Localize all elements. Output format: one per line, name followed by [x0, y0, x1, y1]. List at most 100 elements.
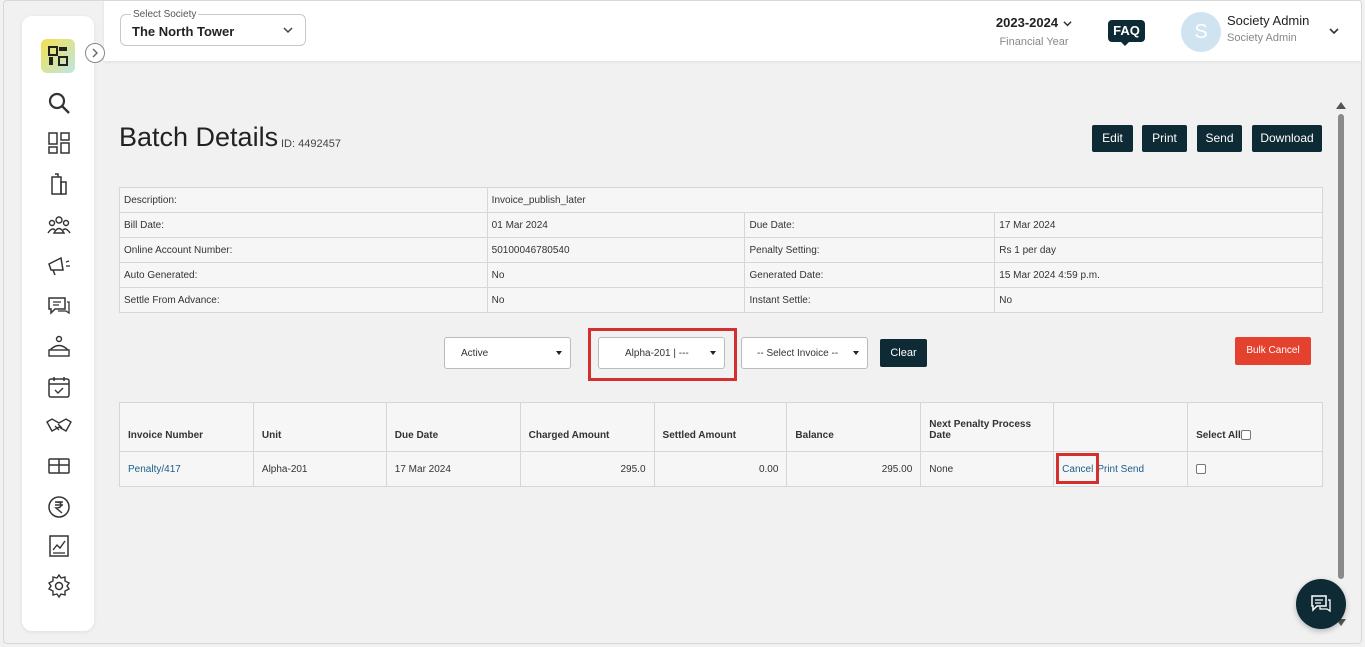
- chevron-down-icon: [283, 27, 293, 34]
- details-row: Auto Generated: No Generated Date: 15 Ma…: [119, 262, 1323, 288]
- page-title: Batch Details: [119, 122, 279, 152]
- chat-icon[interactable]: [46, 293, 72, 319]
- user-role: Society Admin: [1227, 32, 1297, 44]
- row-checkbox[interactable]: [1196, 463, 1207, 474]
- detail-label: Online Account Number:: [119, 237, 488, 263]
- detail-label: Settle From Advance:: [119, 287, 488, 313]
- invoice-select-value: -- Select Invoice --: [757, 348, 839, 359]
- print-button[interactable]: Print: [1142, 125, 1187, 152]
- detail-label: Description:: [119, 187, 488, 213]
- details-row: Settle From Advance: No Instant Settle: …: [119, 287, 1323, 313]
- next-penalty-date-cell: None: [920, 451, 1055, 487]
- detail-label: Generated Date:: [744, 262, 996, 288]
- detail-label: Auto Generated:: [119, 262, 488, 288]
- chevron-down-icon[interactable]: [1328, 26, 1340, 36]
- reports-icon[interactable]: [46, 533, 72, 559]
- select-all-label: Select All: [1196, 430, 1241, 441]
- detail-value: Invoice_publish_later: [486, 187, 1324, 213]
- invoice-select[interactable]: -- Select Invoice --: [741, 337, 868, 369]
- sidebar-toggle-button[interactable]: [85, 43, 105, 63]
- column-header: Balance: [786, 402, 922, 452]
- detail-label: Due Date:: [744, 212, 996, 238]
- financial-year-value: 2023-2024: [995, 15, 1059, 30]
- dashboard-icon[interactable]: [46, 130, 72, 156]
- cancel-highlight-box: [1056, 453, 1100, 484]
- column-header: Next Penalty Process Date: [920, 402, 1055, 452]
- download-button[interactable]: Download: [1252, 125, 1322, 152]
- unit-cell: Alpha-201: [252, 451, 387, 487]
- financial-year-selector[interactable]: 2023-2024 Financial Year: [984, 15, 1084, 48]
- actions-cell: Cancel Print Send: [1053, 451, 1189, 487]
- detail-value: 17 Mar 2024: [994, 212, 1323, 238]
- detail-value: Rs 1 per day: [994, 237, 1323, 263]
- invoice-number-cell[interactable]: Penalty/417: [119, 451, 254, 487]
- chevron-down-icon: [1063, 21, 1072, 27]
- detail-value: 15 Mar 2024 4:59 p.m.: [994, 262, 1323, 288]
- unit-select[interactable]: Alpha-201 | ---: [598, 337, 725, 369]
- send-button[interactable]: Send: [1197, 125, 1242, 152]
- calendar-icon[interactable]: [46, 374, 72, 400]
- detail-label: Bill Date:: [119, 212, 488, 238]
- column-header: Settled Amount: [653, 402, 788, 452]
- column-header: Due Date: [385, 402, 521, 452]
- app-logo[interactable]: [41, 39, 75, 73]
- status-select-value: Active: [461, 348, 489, 359]
- detail-value: 01 Mar 2024: [486, 212, 746, 238]
- search-icon[interactable]: [46, 90, 72, 116]
- balance-cell: 295.00: [786, 451, 922, 487]
- dropdown-arrow-icon: [853, 351, 859, 355]
- select-cell: [1187, 451, 1323, 487]
- faq-bubble-tail: [1120, 41, 1130, 46]
- user-menu[interactable]: Society Admin Society Admin: [1227, 13, 1309, 44]
- invoice-table: Invoice Number Unit Due Date Charged Amo…: [119, 402, 1323, 487]
- table-header-row: Invoice Number Unit Due Date Charged Amo…: [119, 402, 1323, 452]
- handshake-icon[interactable]: [46, 413, 72, 439]
- details-row: Description: Invoice_publish_later: [119, 187, 1324, 213]
- chat-bubble-icon: [1311, 595, 1331, 613]
- faq-button[interactable]: FAQ: [1108, 20, 1145, 42]
- detail-label: Penalty Setting:: [744, 237, 996, 263]
- settled-amount-cell: 0.00: [653, 451, 788, 487]
- scroll-up-arrow-icon[interactable]: [1336, 102, 1346, 109]
- detail-value: No: [486, 287, 746, 313]
- helpdesk-icon[interactable]: [46, 334, 72, 360]
- table-row: Penalty/417 Alpha-201 17 Mar 2024 295.0 …: [119, 451, 1323, 487]
- column-header: Unit: [252, 402, 387, 452]
- column-header: [1053, 402, 1189, 452]
- society-select-value: The North Tower: [132, 24, 235, 39]
- detail-label: Instant Settle:: [744, 287, 996, 313]
- rupee-icon[interactable]: [46, 494, 72, 520]
- batch-id: ID: 4492457: [281, 138, 341, 150]
- detail-value: No: [486, 262, 746, 288]
- building-icon[interactable]: [46, 171, 72, 197]
- detail-value: 50100046780540: [486, 237, 746, 263]
- app-frame: Select Society The North Tower 2023-2024…: [3, 0, 1362, 644]
- announcement-icon[interactable]: [46, 253, 72, 279]
- print-invoice-link[interactable]: Print: [1097, 464, 1118, 475]
- details-row: Bill Date: 01 Mar 2024 Due Date: 17 Mar …: [119, 212, 1323, 238]
- financial-year-label: Financial Year: [999, 36, 1069, 48]
- chevron-right-icon: [92, 48, 98, 58]
- scrollbar-thumb[interactable]: [1338, 114, 1344, 579]
- select-all-header: Select All: [1187, 402, 1323, 452]
- members-icon[interactable]: [46, 212, 72, 238]
- avatar[interactable]: S: [1181, 12, 1221, 52]
- column-header: Charged Amount: [519, 402, 655, 452]
- amenities-icon[interactable]: [46, 453, 72, 479]
- society-select[interactable]: Select Society The North Tower: [120, 9, 306, 46]
- column-header: Invoice Number: [119, 402, 254, 452]
- status-select[interactable]: Active: [444, 337, 571, 369]
- top-header: Select Society The North Tower 2023-2024…: [104, 1, 1361, 61]
- sidebar: [22, 16, 94, 631]
- batch-details-table: Description: Invoice_publish_later Bill …: [119, 187, 1324, 313]
- chat-support-button[interactable]: [1296, 579, 1346, 629]
- settings-icon[interactable]: [46, 573, 72, 599]
- send-invoice-link[interactable]: Send: [1121, 464, 1144, 475]
- bulk-cancel-button[interactable]: Bulk Cancel: [1235, 337, 1311, 365]
- dropdown-arrow-icon: [556, 351, 562, 355]
- society-select-label: Select Society: [131, 9, 199, 20]
- logo-icon: [48, 46, 68, 66]
- select-all-checkbox[interactable]: [1240, 430, 1251, 440]
- edit-button[interactable]: Edit: [1092, 125, 1133, 152]
- clear-button[interactable]: Clear: [880, 339, 927, 367]
